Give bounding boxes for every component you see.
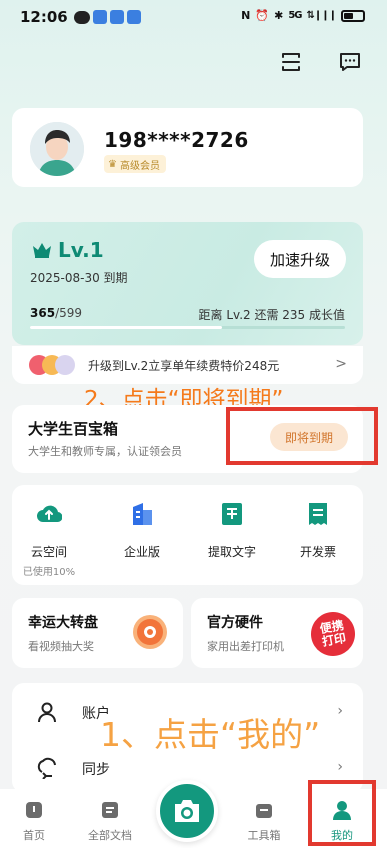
message-icon[interactable] <box>338 50 362 74</box>
documents-icon <box>102 802 118 818</box>
level-label: Lv.1 <box>58 238 104 262</box>
toolbox-icon <box>256 804 272 818</box>
highlight-box-profile <box>308 780 376 846</box>
scan-icon[interactable] <box>279 50 303 74</box>
student-title: 大学生百宝箱 <box>28 420 119 438</box>
lucky-sub: 看视频抽大奖 <box>28 640 94 653</box>
progress-total: /599 <box>55 306 83 320</box>
cloud-upload-icon <box>37 505 63 523</box>
nav-label: 首页 <box>23 829 45 842</box>
avatar[interactable] <box>30 122 84 176</box>
hardware-card[interactable]: 官方硬件 家用出差打印机 便携打印 <box>191 598 363 668</box>
lucky-title: 幸运大转盘 <box>28 615 98 631</box>
account-icon <box>38 702 56 723</box>
level-expire: 2025-08-30 到期 <box>30 271 128 285</box>
signal-icon: ⇅❙❙❙ <box>306 10 336 21</box>
app-notification-icon <box>109 10 124 24</box>
promo-icons <box>29 355 75 375</box>
level-card[interactable]: Lv.1 2025-08-30 到期 加速升级 365/599 距离 Lv.2 … <box>12 222 363 345</box>
promo-banner[interactable]: 升级到Lv.2立享单年续费特价248元 > <box>12 346 363 384</box>
tool-enterprise[interactable]: 企业版 <box>107 501 177 560</box>
camera-icon <box>175 800 199 822</box>
crown-icon: ♛ <box>108 158 117 170</box>
level-title: Lv.1 <box>32 238 104 262</box>
battery-icon <box>341 9 365 22</box>
lucky-wheel-card[interactable]: 幸运大转盘 看视频抽大奖 <box>12 598 183 668</box>
crown-icon <box>33 243 51 258</box>
tools-card: 云空间 已使用10% 企业版 提取文字 开发票 <box>12 485 363 585</box>
level-progress-bar <box>30 326 345 329</box>
level-progress-fill <box>30 326 222 329</box>
portable-print-badge: 便携打印 <box>307 608 359 660</box>
nav-label: 全部文档 <box>88 829 132 842</box>
wechat-icon <box>73 10 90 24</box>
tool-label: 开发票 <box>299 545 336 559</box>
status-right: N ⏰ ✱ 5G ⇅❙❙❙ <box>241 9 365 22</box>
enterprise-icon <box>133 503 152 525</box>
app-notification-icon <box>126 10 141 24</box>
tool-label: 企业版 <box>123 545 160 559</box>
level-progress-text: 365/599 <box>30 306 82 320</box>
camera-button[interactable] <box>156 780 218 842</box>
nav-toolbox[interactable]: 工具箱 <box>234 793 294 843</box>
bluetooth-icon: ✱ <box>274 9 284 22</box>
list-item-label: 同步 <box>82 762 110 778</box>
status-time: 12:06 <box>20 8 68 26</box>
notification-icons <box>73 10 141 24</box>
nav-label: 工具箱 <box>247 829 281 842</box>
app-notification-icon <box>92 10 107 24</box>
wheel-icon <box>133 615 167 649</box>
highlight-box-expiring <box>226 407 378 465</box>
vip-badge: ♛ 高级会员 <box>104 155 166 173</box>
annotation-step1: 1、点击“我的” <box>100 715 321 754</box>
chevron-right-icon: › <box>337 703 343 719</box>
chevron-right-icon: › <box>337 759 343 775</box>
tool-text-extract[interactable]: 提取文字 <box>197 501 267 560</box>
text-extract-icon <box>222 503 242 525</box>
sync-icon <box>37 757 56 779</box>
level-need-text: 距离 Lv.2 还需 235 成长值 <box>198 308 345 322</box>
nav-home[interactable]: 首页 <box>4 793 64 843</box>
tool-sub: 已使用10% <box>22 567 76 578</box>
tool-label: 提取文字 <box>207 545 256 559</box>
avatar-icon <box>30 122 84 176</box>
vip-badge-label: 高级会员 <box>119 160 160 172</box>
tool-label: 云空间 <box>30 545 67 559</box>
home-icon <box>26 802 42 818</box>
alarm-icon: ⏰ <box>255 9 270 22</box>
promo-text: 升级到Lv.2立享单年续费特价248元 <box>88 359 280 373</box>
user-phone: 198****2726 <box>104 128 249 152</box>
nav-documents[interactable]: 全部文档 <box>80 793 140 843</box>
tool-invoice[interactable]: 开发票 <box>283 501 353 560</box>
invoice-icon <box>309 503 327 525</box>
tool-cloud-space[interactable]: 云空间 已使用10% <box>14 501 84 578</box>
nfc-icon: N <box>241 9 251 22</box>
chevron-right-icon: > <box>335 356 347 372</box>
status-bar: 12:06 N ⏰ ✱ 5G ⇅❙❙❙ <box>0 0 387 34</box>
profile-card[interactable]: 198****2726 ♛ 高级会员 <box>12 108 363 187</box>
network-label: 5G <box>288 10 302 21</box>
student-subtitle: 大学生和教师专属，认证领会员 <box>28 445 182 458</box>
hardware-title: 官方硬件 <box>207 615 263 631</box>
hardware-sub: 家用出差打印机 <box>207 640 284 653</box>
progress-current: 365 <box>30 306 56 320</box>
upgrade-button[interactable]: 加速升级 <box>254 240 346 278</box>
